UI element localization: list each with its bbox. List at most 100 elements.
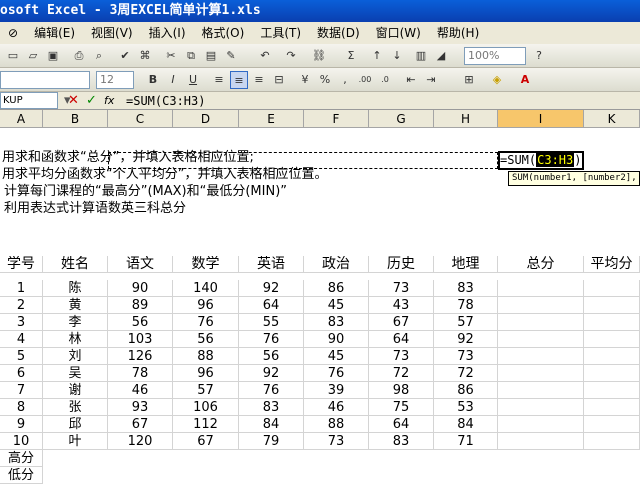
cell[interactable]: 72: [369, 365, 434, 382]
cell[interactable]: 57: [434, 314, 498, 331]
cell[interactable]: 96: [173, 365, 239, 382]
cell[interactable]: 46: [108, 382, 173, 399]
cell[interactable]: 56: [108, 314, 173, 331]
cell[interactable]: 64: [369, 416, 434, 433]
cell[interactable]: 55: [239, 314, 304, 331]
cell[interactable]: 低分: [0, 467, 43, 484]
cell[interactable]: 67: [173, 433, 239, 450]
cell[interactable]: [498, 382, 584, 399]
cell[interactable]: 78: [108, 365, 173, 382]
cell[interactable]: 2: [0, 297, 43, 314]
cell[interactable]: 叶: [43, 433, 108, 450]
currency-icon[interactable]: ¥: [296, 71, 314, 89]
cell[interactable]: [584, 365, 640, 382]
enter-icon[interactable]: ✓: [86, 92, 97, 110]
chart-icon[interactable]: ▥: [412, 47, 430, 65]
cell[interactable]: 黄: [43, 297, 108, 314]
cell[interactable]: 43: [369, 297, 434, 314]
cell[interactable]: [498, 331, 584, 348]
research-icon[interactable]: ⌘: [136, 47, 154, 65]
sort-desc-icon[interactable]: ↓: [388, 47, 406, 65]
fill-color-icon[interactable]: ◈: [488, 71, 506, 89]
cell[interactable]: 89: [108, 297, 173, 314]
zoom-select[interactable]: 100%: [464, 47, 526, 65]
cell[interactable]: 86: [434, 382, 498, 399]
cell[interactable]: 56: [173, 331, 239, 348]
col-header-G[interactable]: G: [369, 110, 434, 128]
increase-indent-icon[interactable]: ⇥: [422, 71, 440, 89]
new-icon[interactable]: ▭: [4, 47, 22, 65]
cell[interactable]: [584, 297, 640, 314]
menu-item-5[interactable]: 工具(T): [252, 22, 309, 44]
col-header-K[interactable]: K: [584, 110, 640, 128]
cell[interactable]: [498, 348, 584, 365]
col-header-C[interactable]: C: [108, 110, 173, 128]
cell[interactable]: [584, 348, 640, 365]
cell[interactable]: 83: [434, 280, 498, 297]
drawing-icon[interactable]: ◢: [432, 47, 450, 65]
bold-icon[interactable]: B: [144, 71, 162, 89]
font-color-icon[interactable]: A: [516, 71, 534, 89]
cell[interactable]: 88: [173, 348, 239, 365]
sort-asc-icon[interactable]: ↑: [368, 47, 386, 65]
cell[interactable]: 76: [173, 314, 239, 331]
cell[interactable]: 98: [369, 382, 434, 399]
merge-center-icon[interactable]: ⊟: [270, 71, 288, 89]
hyperlink-icon[interactable]: ⛓: [310, 47, 328, 65]
cell[interactable]: 76: [304, 365, 369, 382]
cell[interactable]: 76: [239, 331, 304, 348]
cell[interactable]: 高分: [0, 450, 43, 467]
cell[interactable]: [584, 280, 640, 297]
cell[interactable]: 总分: [498, 256, 584, 273]
comma-icon[interactable]: ,: [336, 71, 354, 89]
cell[interactable]: 地理: [434, 256, 498, 273]
cell[interactable]: 120: [108, 433, 173, 450]
cell[interactable]: 7: [0, 382, 43, 399]
cell[interactable]: 刘: [43, 348, 108, 365]
cell[interactable]: 陈: [43, 280, 108, 297]
cell[interactable]: [584, 314, 640, 331]
align-center-icon[interactable]: ≡: [230, 71, 248, 89]
cell[interactable]: 姓名: [43, 256, 108, 273]
cell[interactable]: 53: [434, 399, 498, 416]
cell[interactable]: 1: [0, 280, 43, 297]
cell[interactable]: 67: [108, 416, 173, 433]
cell[interactable]: 4: [0, 331, 43, 348]
cell[interactable]: 5: [0, 348, 43, 365]
cell[interactable]: 林: [43, 331, 108, 348]
cell[interactable]: [498, 280, 584, 297]
cell[interactable]: 10: [0, 433, 43, 450]
menu-item-4[interactable]: 格式(O): [194, 22, 253, 44]
cell[interactable]: 平均分: [584, 256, 640, 273]
cell[interactable]: 71: [434, 433, 498, 450]
cell[interactable]: 92: [239, 280, 304, 297]
menu-item-0[interactable]: ⊘: [0, 22, 26, 44]
autosum-icon[interactable]: Σ: [342, 47, 360, 65]
spell-icon[interactable]: ✔: [116, 47, 134, 65]
menu-item-3[interactable]: 插入(I): [141, 22, 194, 44]
cell[interactable]: 83: [239, 399, 304, 416]
borders-icon[interactable]: ⊞: [460, 71, 478, 89]
menu-item-7[interactable]: 窗口(W): [368, 22, 429, 44]
cell[interactable]: 64: [369, 331, 434, 348]
cell[interactable]: 90: [108, 280, 173, 297]
cell[interactable]: 75: [369, 399, 434, 416]
font-size-select[interactable]: 12: [96, 71, 134, 89]
cell[interactable]: 73: [369, 348, 434, 365]
cell[interactable]: [498, 399, 584, 416]
active-cell[interactable]: =SUM(C3:H3): [498, 151, 584, 170]
cell[interactable]: 84: [239, 416, 304, 433]
menu-item-2[interactable]: 视图(V): [83, 22, 141, 44]
col-header-A[interactable]: A: [0, 110, 43, 128]
cell[interactable]: [498, 365, 584, 382]
cell[interactable]: [498, 416, 584, 433]
cell[interactable]: [498, 314, 584, 331]
font-name-select[interactable]: [0, 71, 90, 89]
cell[interactable]: 88: [304, 416, 369, 433]
cell[interactable]: 106: [173, 399, 239, 416]
menu-item-1[interactable]: 编辑(E): [26, 22, 83, 44]
cell[interactable]: 92: [239, 365, 304, 382]
cell[interactable]: [584, 416, 640, 433]
cell[interactable]: 112: [173, 416, 239, 433]
col-header-E[interactable]: E: [239, 110, 304, 128]
